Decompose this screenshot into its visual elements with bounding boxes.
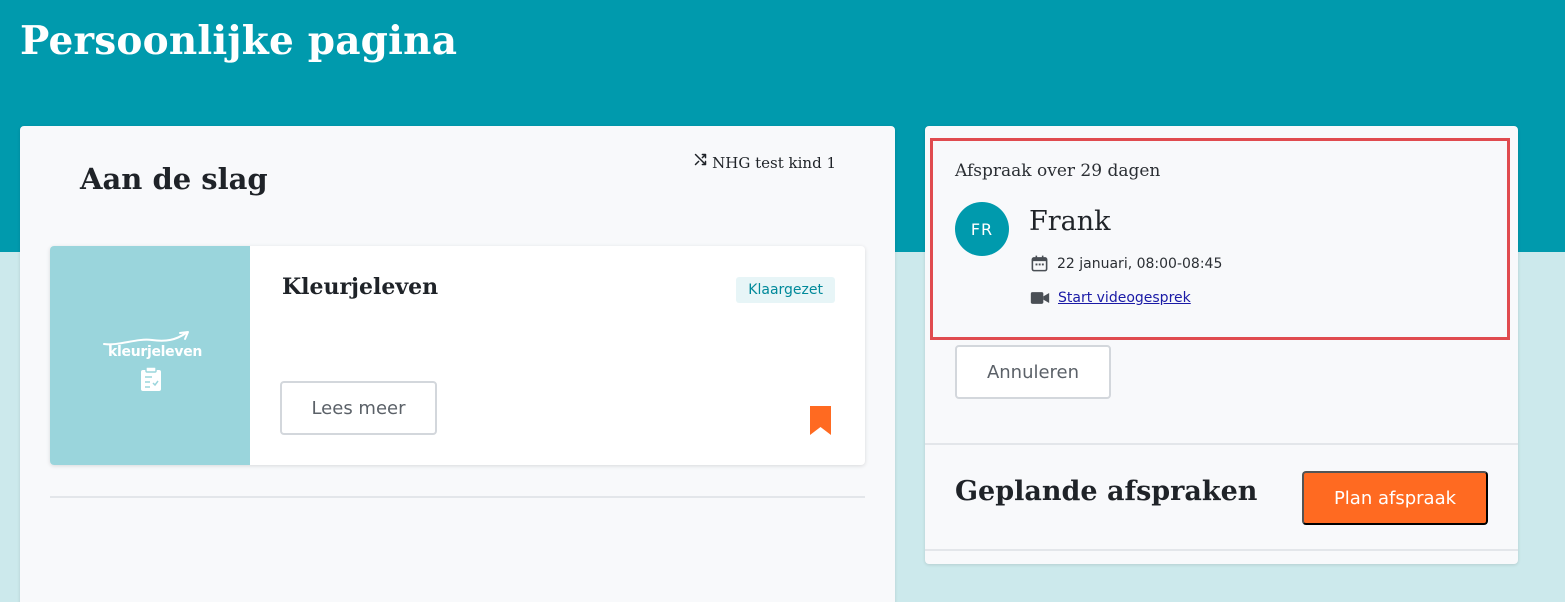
page-title: Persoonlijke pagina xyxy=(20,18,458,64)
start-video-call-link[interactable]: Start videogesprek xyxy=(1058,290,1191,306)
profile-switch[interactable]: NHG test kind 1 xyxy=(693,153,836,172)
appointment-countdown: Afspraak over 29 dagen xyxy=(955,161,1161,181)
logo-text: kleurjeleven xyxy=(108,344,203,360)
start-section-title: Aan de slag xyxy=(80,162,268,196)
plan-appointment-button[interactable]: Plan afspraak xyxy=(1302,471,1488,525)
video-call-row: Start videogesprek xyxy=(1030,290,1191,306)
read-more-button[interactable]: Lees meer xyxy=(280,381,437,435)
profile-switch-label: NHG test kind 1 xyxy=(712,154,836,172)
planned-divider xyxy=(925,549,1518,551)
avatar: FR xyxy=(955,202,1009,256)
kleurjeleven-logo: kleurjeleven xyxy=(100,330,203,395)
program-thumbnail: kleurjeleven xyxy=(50,246,250,465)
section-divider xyxy=(50,496,865,498)
start-panel: Aan de slag NHG test kind 1 kleurjeleven xyxy=(20,126,895,602)
program-title: Kleurjeleven xyxy=(282,274,439,300)
appointments-panel: Afspraak over 29 dagen FR Frank 22 janua… xyxy=(925,126,1518,564)
planned-appointments-title: Geplande afspraken xyxy=(955,476,1258,507)
status-badge: Klaargezet xyxy=(736,277,835,303)
practitioner-name: Frank xyxy=(1029,206,1111,237)
appointments-divider xyxy=(925,443,1518,445)
shuffle-icon xyxy=(694,153,707,165)
cancel-appointment-button[interactable]: Annuleren xyxy=(955,345,1111,399)
calendar-icon xyxy=(1031,255,1048,272)
appointment-datetime: 22 januari, 08:00-08:45 xyxy=(1057,255,1223,272)
appointment-datetime-row: 22 januari, 08:00-08:45 xyxy=(1030,254,1222,273)
clipboard-icon xyxy=(141,366,161,391)
program-card: kleurjeleven Kleurjeleven Klaargezet Lee… xyxy=(50,246,865,465)
video-camera-icon xyxy=(1030,292,1050,304)
bookmark-icon[interactable] xyxy=(809,405,832,436)
